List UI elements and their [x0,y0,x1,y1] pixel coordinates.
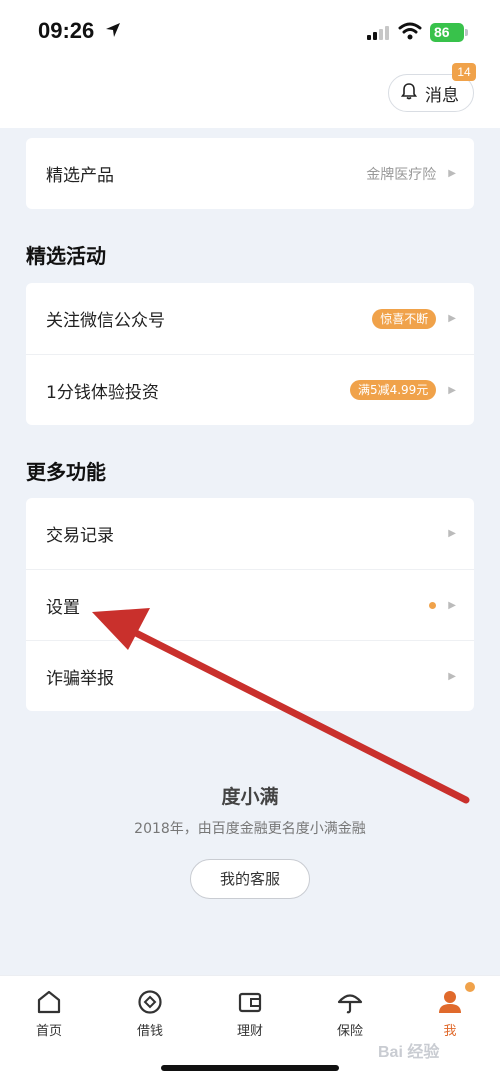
user-icon [410,988,490,1016]
more-item-label: 交易记录 [46,526,114,546]
location-arrow-icon [104,21,122,43]
tab-label: 我 [443,1024,457,1039]
chevron-right-icon: ▶ [448,599,456,611]
watermark-text: Bai 经验 [378,1044,440,1061]
umbrella-icon [310,988,390,1016]
tab-me[interactable]: 我 [410,988,490,1039]
home-indicator [161,1065,339,1071]
featured-product-row[interactable]: 精选产品 金牌医疗险 ▶ [26,138,474,209]
featured-product-value: 金牌医疗险 [366,166,437,183]
notification-dot [429,601,437,609]
battery-indicator: 86 [430,23,468,42]
status-time: 09:26 [38,18,95,43]
tab-label: 理财 [236,1024,263,1039]
tab-insurance[interactable]: 保险 [310,988,390,1039]
bell-icon [400,82,418,105]
tab-home[interactable]: 首页 [9,988,89,1039]
activity-label: 1分钱体验投资 [46,382,159,403]
activity-row-wechat[interactable]: 关注微信公众号 惊喜不断 ▶ [26,283,474,354]
chevron-right-icon: ▶ [448,168,456,179]
more-item-label: 诈骗举报 [46,668,114,689]
brand-description: 2018年，由百度金融更名度小满金融 [134,821,366,837]
chevron-right-icon: ▶ [448,313,456,324]
promo-tag: 惊喜不断 [372,308,437,329]
top-header: 09:26 86 消息 14 [0,0,500,128]
tab-wealth[interactable]: 理财 [210,988,290,1039]
chevron-right-icon: ▶ [448,384,456,396]
brand-name: 度小满 [221,786,279,808]
settings-row[interactable]: 设置 ▶ [26,569,474,640]
more-item-label: 设置 [46,597,80,618]
loan-icon [110,988,190,1016]
tab-label: 保险 [336,1024,363,1039]
activities-section-title: 精选活动 [26,244,106,268]
tab-notification-dot [465,982,475,992]
chevron-right-icon: ▶ [448,528,456,539]
tab-loan[interactable]: 借钱 [110,988,190,1039]
transaction-records-row[interactable]: 交易记录 ▶ [26,498,474,569]
fraud-report-row[interactable]: 诈骗举报 ▶ [26,640,474,711]
tab-label: 首页 [35,1024,62,1039]
cellular-signal-icon [367,24,391,44]
message-label: 消息 [425,85,459,106]
battery-level: 86 [434,24,450,40]
more-section-title: 更多功能 [26,460,106,484]
tab-label: 借钱 [136,1024,163,1039]
activity-label: 关注微信公众号 [46,311,165,331]
promo-tag: 满5减4.99元 [349,380,437,400]
wallet-icon [210,988,290,1016]
customer-service-button[interactable]: 我的客服 [190,859,310,899]
featured-product-label: 精选产品 [46,166,114,186]
more-functions-card: 交易记录 ▶ 设置 ▶ 诈骗举报 ▶ [26,498,474,711]
home-icon [9,988,89,1016]
message-count-badge: 14 [452,63,476,81]
activities-card: 关注微信公众号 惊喜不断 ▶ 1分钱体验投资 满5减4.99元 ▶ [26,283,474,425]
featured-product-card: 精选产品 金牌医疗险 ▶ [26,138,474,209]
chevron-right-icon: ▶ [448,670,456,682]
wifi-icon [398,22,422,44]
activity-row-invest[interactable]: 1分钱体验投资 满5减4.99元 ▶ [26,354,474,425]
